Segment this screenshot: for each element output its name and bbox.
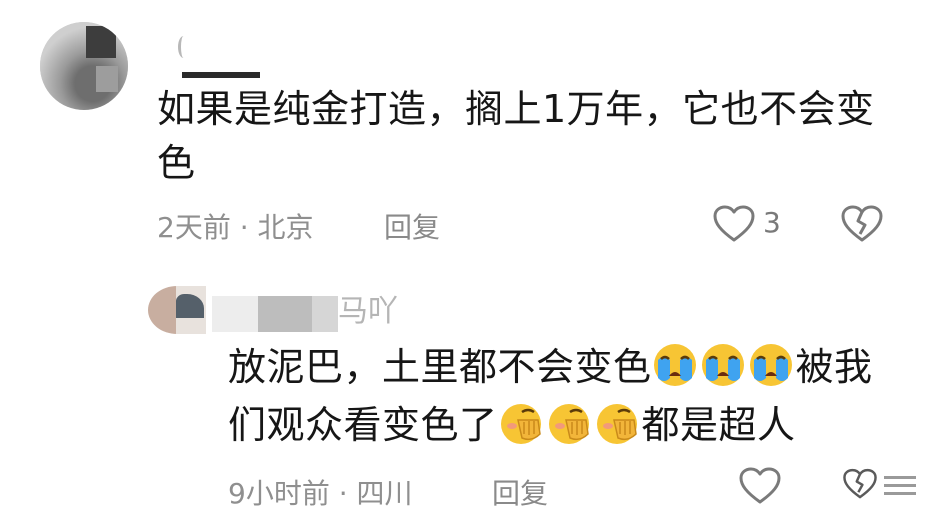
- comment-text-line-1: 如果是纯金打造，搁上1万年，它也不会变: [157, 87, 875, 131]
- reply-text-line-1: 放泥巴，土里都不会变色 被我: [228, 340, 873, 394]
- reply-button[interactable]: 回复: [384, 206, 440, 246]
- reply-text-line-2: 们观众看变色了 都是超人: [228, 398, 796, 452]
- like-count: 3: [763, 206, 781, 239]
- broken-heart-icon[interactable]: [842, 466, 878, 502]
- reply-text-segment: 放泥巴，土里都不会变色: [228, 345, 652, 389]
- reply-text-segment: 们观众看变色了: [228, 403, 498, 447]
- commenter-avatar[interactable]: [40, 22, 128, 110]
- more-icon[interactable]: [880, 470, 920, 502]
- face-palm-shy-icon: [548, 404, 589, 444]
- loudly-crying-face-icon: [701, 344, 744, 386]
- face-palm-shy-icon: [596, 404, 637, 444]
- comment-time-location: 2天前 · 北京: [157, 211, 314, 244]
- reply-to-reply-button[interactable]: 回复: [492, 472, 548, 512]
- heart-outline-icon[interactable]: [738, 466, 782, 506]
- broken-heart-icon[interactable]: [840, 204, 884, 244]
- reply-avatar[interactable]: [148, 286, 206, 334]
- reply-text-segment: 被我: [795, 345, 873, 389]
- loudly-crying-face-icon: [749, 344, 792, 386]
- reply-username[interactable]: 马吖: [338, 286, 398, 330]
- commenter-name-redacted: [178, 30, 260, 78]
- reply-name-redacted: [212, 292, 338, 336]
- heart-outline-icon[interactable]: [712, 204, 756, 244]
- reply-time-location: 9小时前 · 四川: [228, 477, 413, 510]
- face-palm-shy-icon: [500, 404, 541, 444]
- comment-text-line-2: 色: [157, 141, 196, 185]
- reply-text-segment: 都是超人: [641, 403, 796, 447]
- loudly-crying-face-icon: [653, 344, 696, 386]
